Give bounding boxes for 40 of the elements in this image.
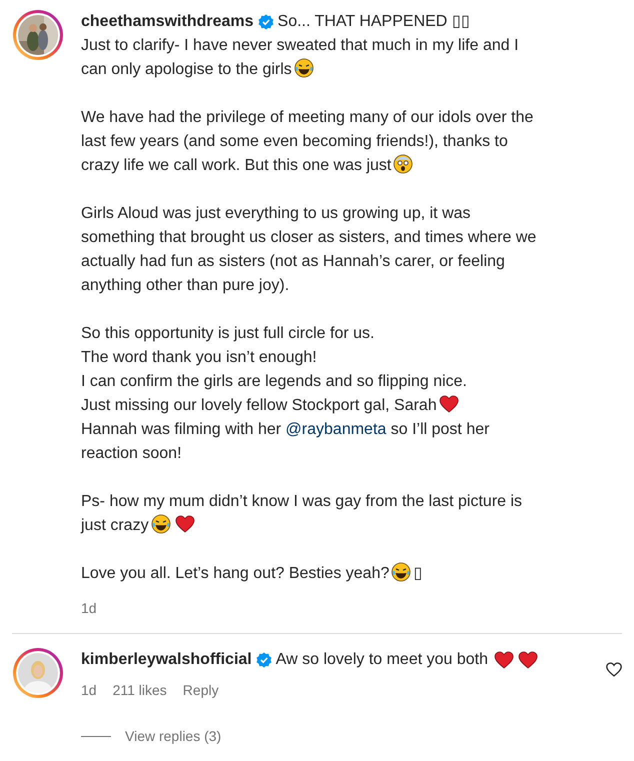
avatar[interactable] (13, 648, 63, 698)
heart-emoji-icon (438, 395, 459, 413)
caption-text: Ps- how my mum didn’t know I was gay from the last picture is (81, 493, 522, 510)
laughing-emoji-icon (294, 58, 314, 78)
caption-text: Just missing our lovely fellow Stockport gal, Sarah (81, 397, 437, 414)
caption-text: Love you all. Let’s hang out? Besties yeah? (81, 565, 390, 582)
comment-text: Aw so lovely to meet you both (276, 650, 488, 670)
comment-time: 1d (81, 681, 97, 700)
caption-text: anything other than pure joy). (81, 277, 290, 294)
laughing-emoji-icon (391, 562, 412, 582)
caption-text: last few years (and some even becoming friends!), thanks to (81, 133, 508, 150)
like-heart-icon[interactable] (606, 662, 622, 677)
reply-button[interactable]: Reply (182, 678, 219, 702)
caption-text: crazy life we call work. But this one was just (81, 157, 392, 174)
view-replies-button[interactable]: View replies (3) (125, 724, 222, 748)
caption-text: I can confirm the girls are legends and so flipping nice. (81, 373, 467, 390)
mention-link[interactable]: @raybanmeta (286, 421, 386, 438)
caption-text: something that brought us closer as sisters, and times where we (81, 229, 536, 246)
caption-text: Girls Aloud was just everything to us growing up, it was (81, 205, 471, 222)
caption-title: So... THAT HAPPENED ▯▯ (278, 12, 470, 32)
post-time: 1d (81, 600, 97, 616)
caption-text: actually had fun as sisters (not as Hannah’s carer, or feeling (81, 253, 505, 270)
shocked-emoji-icon (393, 154, 414, 174)
username-link[interactable]: cheethamswithdreams (81, 10, 254, 34)
caption-text: just crazy (81, 517, 149, 534)
caption-text: The word thank you isn’t enough! (81, 349, 317, 366)
laughing-emoji-icon (150, 514, 171, 534)
missing-glyph: ▯ (413, 565, 422, 582)
caption-text: We have had the privilege of meeting many of our idols over the (81, 109, 534, 126)
caption-text: reaction soon! (81, 445, 182, 462)
heart-emoji-icon (494, 651, 514, 669)
avatar[interactable] (13, 10, 63, 60)
caption-text: So this opportunity is just full circle for us. (81, 325, 374, 342)
caption-text: Just to clarify- I have never sweated that much in my life and I (81, 37, 519, 54)
username-link[interactable]: kimberleywalshofficial (81, 648, 252, 672)
caption-text: Hannah was filming with her @raybanmeta so I’ll post her (81, 421, 490, 438)
caption-text: can only apologise to the girls (81, 61, 292, 78)
heart-emoji-icon (174, 515, 195, 533)
heart-emoji-icon (518, 651, 538, 669)
likes-count[interactable]: 211 likes (112, 678, 167, 702)
